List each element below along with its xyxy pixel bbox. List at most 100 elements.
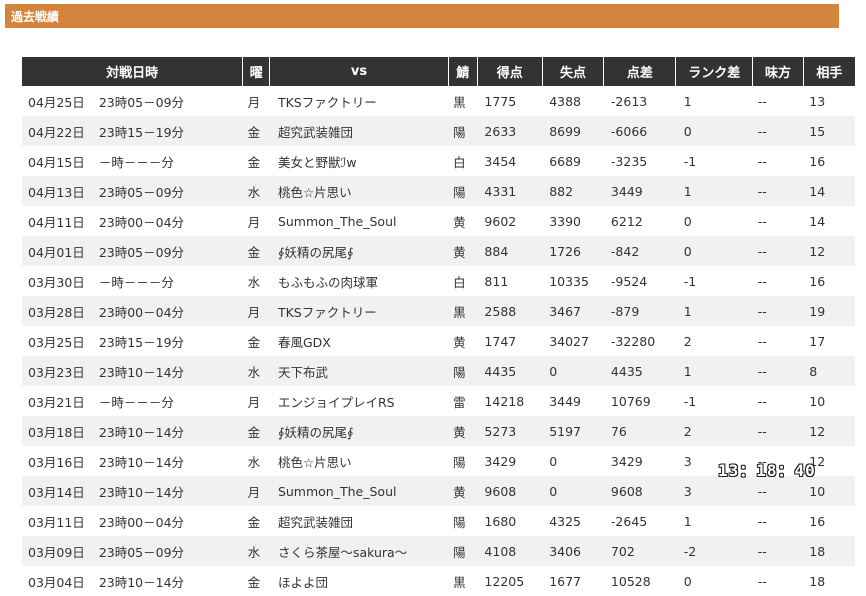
weekday-cell: 金: [242, 236, 270, 266]
time-text: 23時10－14分: [98, 424, 185, 440]
diff-cell: -6066: [603, 116, 676, 146]
table-row: 03月30日 －時－－－分 水もふもふの肉球軍 白 811 10335 -9524 -1 -- 1…: [22, 266, 855, 296]
date-text: 04月15日: [28, 154, 85, 170]
header-weekday: 曜: [242, 57, 271, 86]
table-header-row: 対戦日時 曜 vs 鯖 得点 失点 点差 ランク差 味方 相手: [22, 57, 855, 86]
date-text: 03月14日: [28, 484, 85, 500]
date-text: 03月25日: [28, 334, 85, 350]
score-cell: 9602: [484, 213, 517, 229]
rank-diff-cell: 0: [683, 213, 692, 229]
weekday-cell: 金: [247, 334, 261, 350]
server-cell: 陽: [448, 116, 478, 146]
score-cell: 2633: [477, 116, 543, 146]
datetime-cell: 04月13日 23時05－09分: [22, 176, 243, 206]
server-cell: 陽: [448, 356, 478, 386]
ally-cell: --: [757, 333, 767, 349]
date-text: 03月30日: [28, 274, 85, 290]
opponent-cell: 桃色☆片思い: [269, 176, 449, 206]
lost-cell: 0: [542, 356, 604, 386]
rank-diff-cell: 1: [675, 176, 753, 206]
weekday-cell: 月: [242, 476, 270, 506]
datetime-cell: 03月23日 23時10－14分: [22, 356, 243, 386]
table-row: 03月04日 23時10－14分 金ほよよ団 黒 12205 1677 10528 0 -- 18: [22, 566, 855, 596]
datetime-cell: 04月22日 23時15－19分: [22, 116, 243, 146]
server-cell: 陽: [448, 536, 478, 566]
lost-cell: 0: [542, 476, 604, 506]
rank-diff-cell: -2: [675, 536, 753, 566]
datetime-cell: 03月21日 －時－－－分: [22, 386, 243, 416]
time-text: 23時05－09分: [98, 544, 185, 560]
time-text: －時－－－分: [98, 154, 174, 170]
time-text: 23時10－14分: [98, 454, 185, 470]
rank-diff-cell: -1: [683, 273, 697, 289]
table-row: 04月22日 23時15－19分 金超究武装雑団陽 2633 8699 -6066 0 -- 1…: [22, 116, 855, 146]
score-cell: 1775: [484, 93, 517, 109]
score-cell: 1680: [484, 513, 517, 529]
lost-cell: 10335: [549, 273, 589, 289]
rank-diff-cell: 2: [683, 333, 692, 349]
time-text: 23時00－04分: [98, 304, 185, 320]
enemy-cell: 8: [803, 356, 855, 386]
section-header-bar: 過去戦績: [5, 4, 839, 28]
time-text: 23時10－14分: [98, 364, 185, 380]
score-cell: 3454: [484, 153, 517, 169]
rank-diff-cell: 1: [675, 296, 753, 326]
opponent-cell: 超究武装雑団: [269, 116, 449, 146]
date-text: 03月23日: [28, 364, 85, 380]
opponent-cell: さくら茶屋～sakura～: [269, 536, 449, 566]
weekday-cell: 金: [242, 116, 270, 146]
opponent-cell: 春風GDX: [277, 334, 331, 350]
datetime-cell: 03月09日 23時05－09分: [22, 536, 243, 566]
weekday-cell: 水: [247, 274, 261, 290]
lost-cell: 1726: [542, 236, 604, 266]
diff-cell: 4435: [603, 356, 676, 386]
rank-diff-cell: 1: [683, 513, 692, 529]
enemy-cell: 10: [809, 393, 826, 409]
enemy-cell: 14: [809, 213, 826, 229]
enemy-cell: 14: [803, 176, 855, 206]
diff-cell: -32280: [610, 333, 656, 349]
lost-cell: 4388: [549, 93, 581, 109]
rank-diff-cell: 0: [675, 236, 753, 266]
ally-cell: --: [757, 273, 767, 289]
diff-cell: 6212: [610, 213, 643, 229]
opponent-cell: TKSファクトリー: [269, 296, 449, 326]
enemy-cell: 18: [809, 573, 826, 589]
rank-diff-cell: -1: [683, 393, 697, 409]
ally-cell: --: [752, 416, 804, 446]
opponent-cell: Summon_The_Soul: [269, 476, 449, 506]
score-cell: 811: [484, 273, 509, 289]
score-cell: 3429: [484, 453, 517, 469]
weekday-cell: 金: [247, 514, 261, 530]
header-datetime: 対戦日時: [22, 57, 244, 86]
datetime-cell: 03月30日 －時－－－分: [22, 266, 243, 296]
table-row: 03月25日 23時15－19分 金春風GDX 黄 1747 34027 -32280 2 --…: [22, 326, 855, 356]
table-row: 03月28日 23時00－04分 月 TKSファクトリー黒 2588 3467 -879 1-…: [22, 296, 855, 326]
lost-cell: 3449: [549, 393, 581, 409]
date-text: 03月18日: [28, 424, 85, 440]
datetime-cell: 04月25日 23時05－09分: [22, 86, 243, 116]
weekday-cell: 水: [242, 536, 270, 566]
opponent-cell: ほよよ団: [277, 574, 328, 590]
enemy-cell: 13: [809, 93, 826, 109]
table-row: 04月13日 23時05－09分 水桃色☆片思い陽 4331 882 3449 1 -- 14: [22, 176, 855, 206]
server-cell: 黄: [453, 214, 466, 230]
header-server: 鯖: [448, 57, 478, 86]
rank-diff-cell: 1: [683, 93, 692, 109]
enemy-cell: 16: [809, 153, 826, 169]
lost-cell: 8699: [542, 116, 604, 146]
table-row: 04月25日 23時05－09分 月 TKSファクトリー 黒 1775 4388 -2613 1…: [22, 86, 855, 116]
score-cell: 14218: [484, 393, 525, 409]
table-row: 03月23日 23時10－14分水天下布武陽 4435 0 4435 1 -- 8: [22, 356, 855, 386]
server-cell: 陽: [453, 454, 466, 470]
datetime-cell: 04月11日 23時00－04分: [22, 206, 243, 236]
weekday-cell: 月: [247, 394, 261, 410]
time-text: 23時15－19分: [98, 124, 185, 140]
lost-cell: 3406: [542, 536, 604, 566]
header-ally: 味方: [752, 57, 804, 86]
weekday-cell: 月: [247, 94, 261, 110]
server-cell: 黒: [453, 94, 466, 110]
diff-cell: -879: [603, 296, 676, 326]
server-cell: 雷: [453, 394, 466, 410]
date-text: 03月09日: [28, 544, 85, 560]
